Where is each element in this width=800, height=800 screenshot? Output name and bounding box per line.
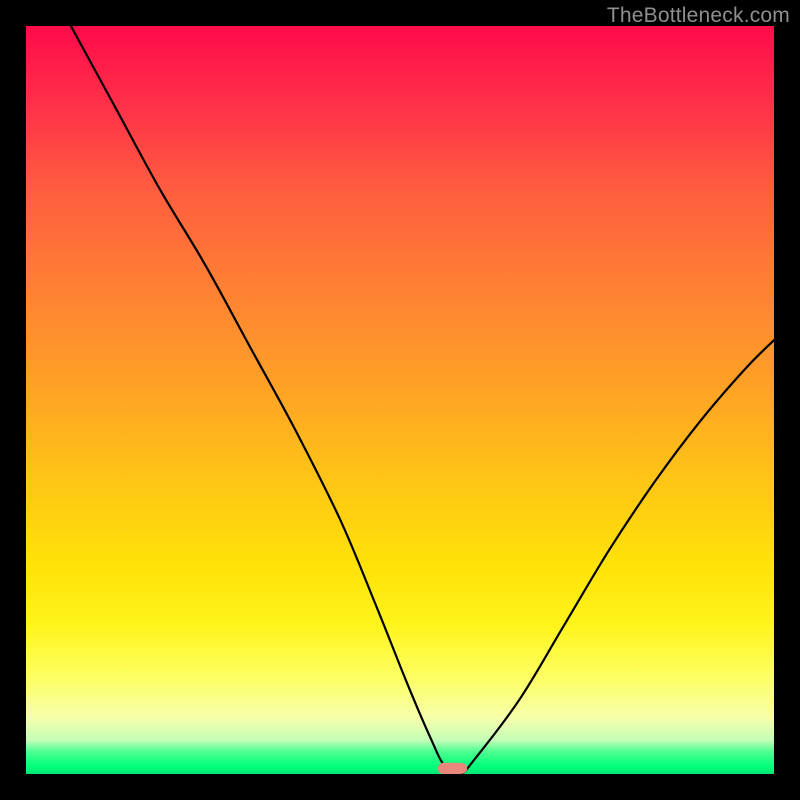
bottleneck-curve [71,26,774,774]
curve-layer [26,26,774,774]
attribution-text: TheBottleneck.com [607,4,790,28]
chart-frame: TheBottleneck.com [0,0,800,800]
optimum-marker [437,763,467,774]
plot-area [26,26,774,774]
